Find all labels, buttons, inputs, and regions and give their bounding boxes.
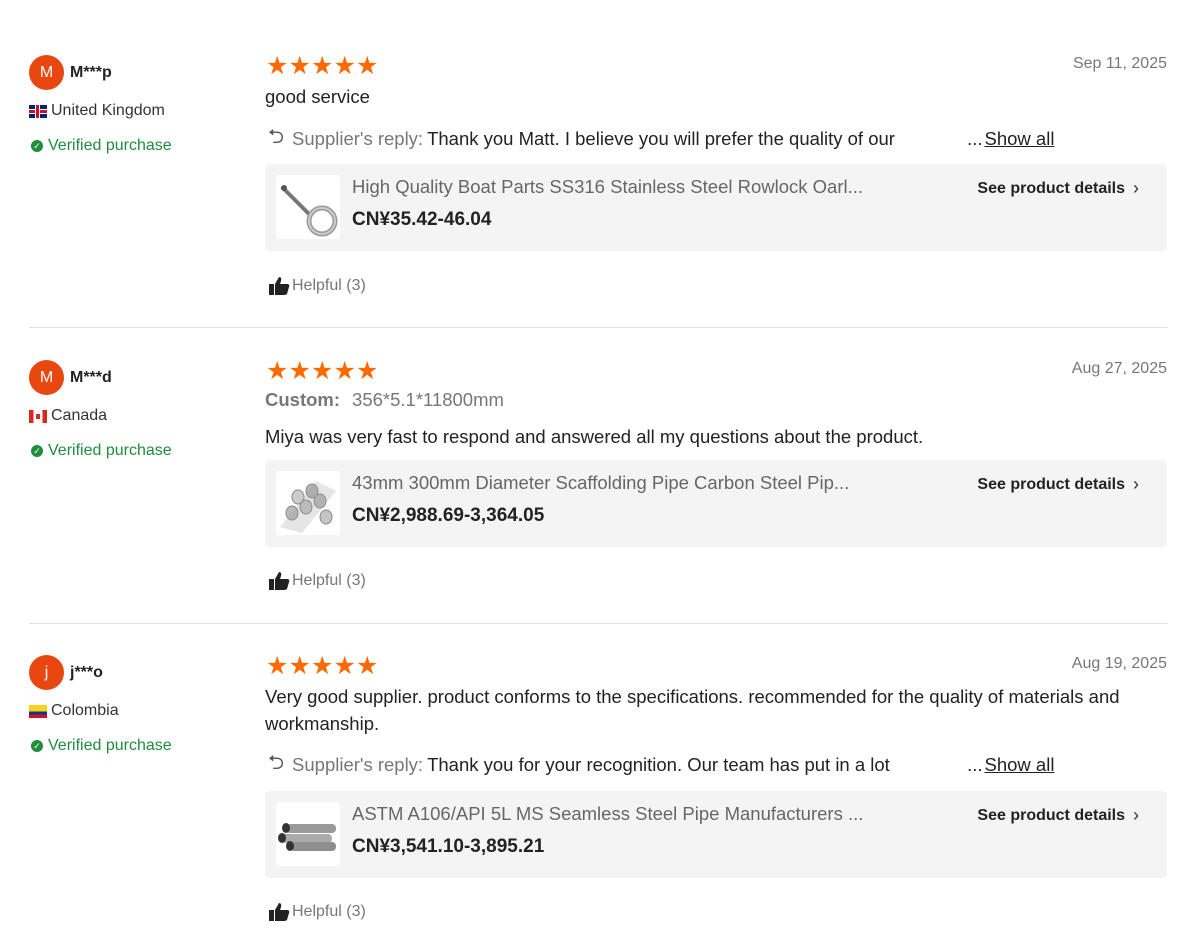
product-name[interactable]: ASTM A106/API 5L MS Seamless Steel Pipe … (352, 803, 942, 825)
reply-ellipsis: ... (967, 754, 983, 775)
details-label: See product details (977, 475, 1125, 493)
review-date: Aug 19, 2025 (1071, 655, 1167, 672)
custom-spec: Custom: 356*5.1*11800mm (265, 389, 504, 411)
avatar: M (29, 55, 64, 90)
thumbs-up-icon (269, 572, 290, 590)
show-all-link[interactable]: Show all (985, 128, 1055, 150)
verified-badge: ✓ Verified purchase (31, 737, 172, 755)
details-label: See product details (977, 806, 1125, 824)
helpful-button[interactable]: Helpful (3) (268, 276, 366, 296)
star-icon: ★ (266, 652, 289, 680)
supplier-reply: ⮌ Supplier's reply: Thank you Matt. I be… (268, 122, 1098, 156)
star-icon: ★ (356, 652, 379, 680)
review-text: Very good supplier. product conforms to … (265, 686, 1120, 734)
star-icon: ★ (311, 357, 334, 385)
reply-label: Supplier's reply: (292, 754, 424, 775)
product-card[interactable]: ASTM A106/API 5L MS Seamless Steel Pipe … (265, 791, 1167, 878)
reply-ellipsis: ... (967, 128, 983, 149)
product-price: CN¥2,988.69-3,364.05 (352, 505, 545, 526)
review-date: Sep 11, 2025 (1072, 55, 1167, 72)
chevron-right-icon: › (1133, 178, 1139, 198)
chevron-right-icon: › (1133, 474, 1139, 494)
review-text: Miya was very fast to respond and answer… (265, 426, 924, 447)
reviewer: j j***o (29, 655, 103, 690)
review-date: Aug 27, 2025 (1071, 360, 1167, 377)
check-circle-icon: ✓ (31, 740, 43, 752)
star-icon: ★ (266, 52, 289, 80)
uk-flag-icon (29, 104, 47, 118)
product-card[interactable]: 43mm 300mm Diameter Scaffolding Pipe Car… (265, 460, 1167, 547)
reviewer: M M***d (29, 360, 112, 395)
country-label: United Kingdom (51, 102, 165, 119)
product-name[interactable]: 43mm 300mm Diameter Scaffolding Pipe Car… (352, 472, 942, 494)
star-rating: ★ ★ ★ ★ ★ (266, 654, 379, 679)
star-icon: ★ (333, 652, 356, 680)
country-label: Colombia (51, 702, 119, 719)
reviewer-name: M***d (70, 368, 112, 386)
star-icon: ★ (311, 52, 334, 80)
supplier-reply: ⮌ Supplier's reply: Thank you for your r… (268, 748, 1098, 782)
see-product-details-link[interactable]: See product details › (977, 805, 1139, 826)
thumbs-up-icon (269, 277, 290, 295)
helpful-label: Helpful (3) (292, 572, 366, 589)
reply-text: Thank you Matt. I believe you will prefe… (427, 128, 895, 149)
divider (29, 327, 1167, 328)
verified-label: Verified purchase (48, 737, 172, 754)
custom-label: Custom: (265, 389, 341, 410)
check-circle-icon: ✓ (31, 140, 43, 152)
chevron-right-icon: › (1133, 805, 1139, 825)
star-icon: ★ (356, 52, 379, 80)
reviewer-country: United Kingdom (29, 102, 165, 120)
helpful-label: Helpful (3) (292, 903, 366, 920)
reviewer-name: j***o (70, 663, 103, 681)
product-price: CN¥35.42-46.04 (352, 209, 492, 230)
details-label: See product details (977, 179, 1125, 197)
reviewer-country: Canada (29, 407, 107, 425)
star-icon: ★ (333, 52, 356, 80)
star-icon: ★ (288, 357, 311, 385)
review-text: good service (265, 86, 370, 107)
helpful-label: Helpful (3) (292, 277, 366, 294)
verified-badge: ✓ Verified purchase (31, 137, 172, 155)
helpful-button[interactable]: Helpful (3) (268, 571, 366, 591)
product-thumbnail[interactable] (276, 175, 340, 239)
star-icon: ★ (266, 357, 289, 385)
product-price: CN¥3,541.10-3,895.21 (352, 836, 545, 857)
reply-text: Thank you for your recognition. Our team… (427, 754, 890, 775)
colombia-flag-icon (29, 704, 47, 718)
avatar: M (29, 360, 64, 395)
reply-arrow-icon: ⮌ (268, 126, 285, 148)
star-rating: ★ ★ ★ ★ ★ (266, 359, 379, 384)
star-icon: ★ (333, 357, 356, 385)
star-icon: ★ (356, 357, 379, 385)
see-product-details-link[interactable]: See product details › (977, 178, 1139, 199)
star-icon: ★ (311, 652, 334, 680)
star-rating: ★ ★ ★ ★ ★ (266, 54, 379, 79)
thumbs-up-icon (269, 903, 290, 921)
reviewer: M M***p (29, 55, 112, 90)
see-product-details-link[interactable]: See product details › (977, 474, 1139, 495)
product-card[interactable]: High Quality Boat Parts SS316 Stainless … (265, 164, 1167, 251)
star-icon: ★ (288, 52, 311, 80)
reviewer-country: Colombia (29, 702, 119, 720)
reviewer-name: M***p (70, 63, 112, 81)
helpful-button[interactable]: Helpful (3) (268, 902, 366, 922)
check-circle-icon: ✓ (31, 445, 43, 457)
custom-value: 356*5.1*11800mm (352, 389, 504, 410)
product-thumbnail[interactable] (276, 802, 340, 866)
canada-flag-icon (29, 409, 47, 423)
avatar: j (29, 655, 64, 690)
star-icon: ★ (288, 652, 311, 680)
show-all-link[interactable]: Show all (985, 754, 1055, 776)
verified-label: Verified purchase (48, 137, 172, 154)
reply-label: Supplier's reply: (292, 128, 424, 149)
verified-label: Verified purchase (48, 442, 172, 459)
product-name[interactable]: High Quality Boat Parts SS316 Stainless … (352, 176, 942, 198)
country-label: Canada (51, 407, 108, 424)
divider (29, 623, 1167, 624)
product-thumbnail[interactable] (276, 471, 340, 535)
reply-arrow-icon: ⮌ (268, 752, 285, 774)
verified-badge: ✓ Verified purchase (31, 442, 172, 460)
